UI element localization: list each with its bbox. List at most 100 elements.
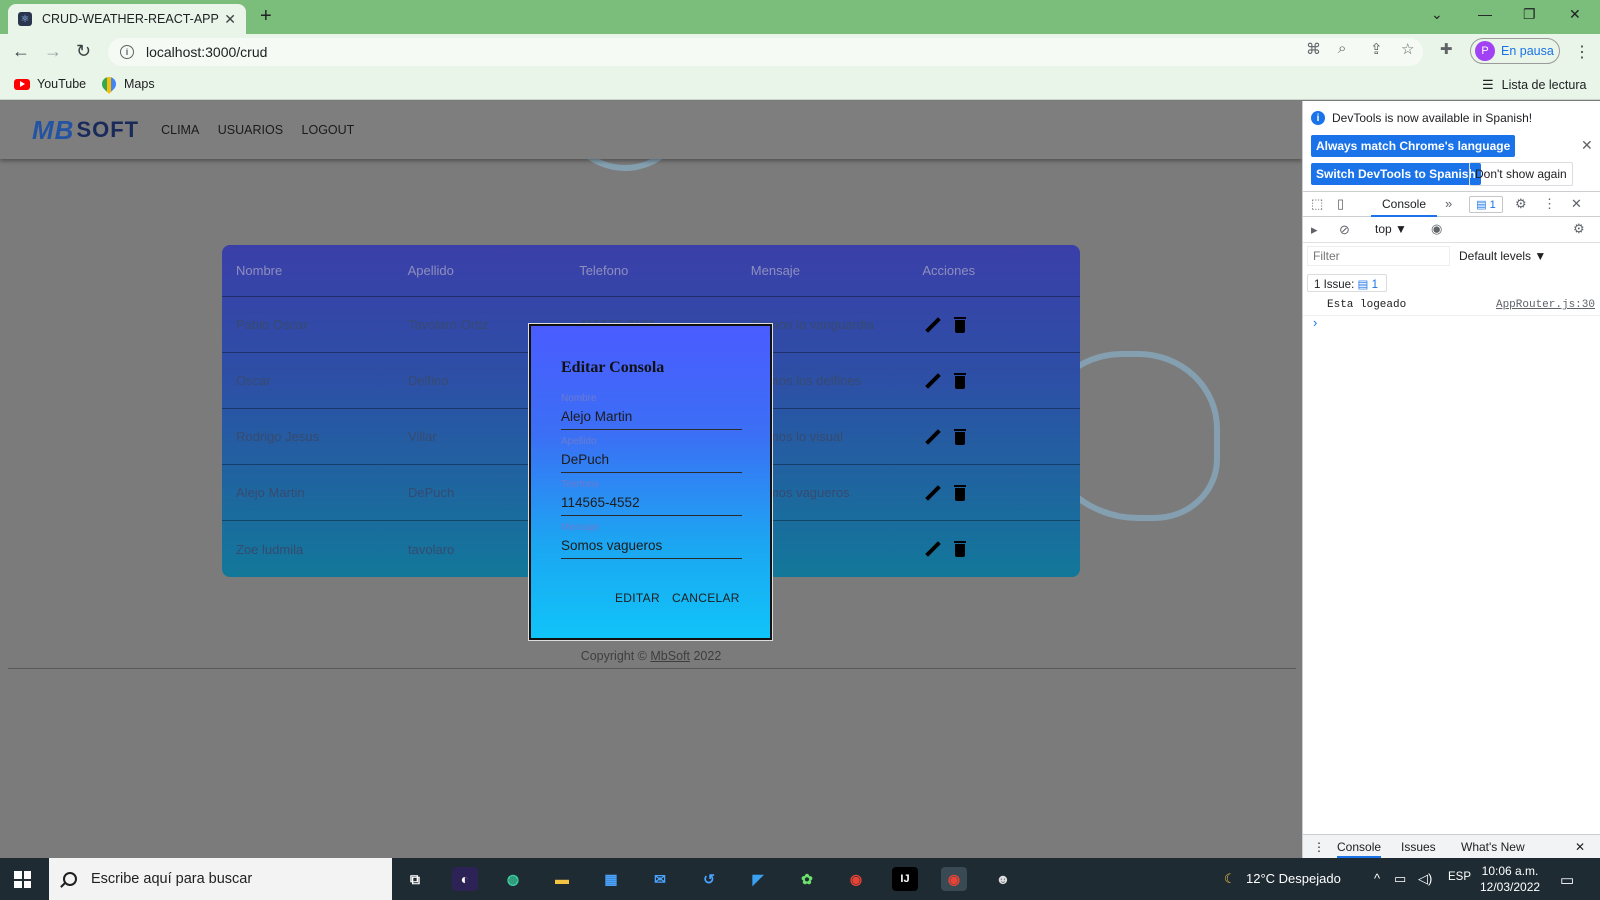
more-options-icon[interactable]: ⋮ bbox=[1543, 196, 1556, 212]
delete-trash-icon[interactable] bbox=[954, 428, 966, 445]
close-notice-icon[interactable]: ✕ bbox=[1581, 137, 1593, 154]
field-value[interactable]: DePuch bbox=[561, 452, 742, 472]
match-language-button[interactable]: Always match Chrome's language bbox=[1311, 135, 1516, 157]
language-indicator[interactable]: ESP bbox=[1448, 871, 1471, 883]
store-icon[interactable]: ▦ bbox=[598, 867, 624, 891]
file-explorer-icon[interactable]: ▬ bbox=[549, 867, 575, 891]
live-expression-eye-icon[interactable]: ◉ bbox=[1431, 221, 1442, 237]
dialog-title: Editar Consola bbox=[561, 359, 665, 376]
issues-count: 1 bbox=[1371, 279, 1378, 291]
settings-gear-icon[interactable]: ⚙ bbox=[1515, 196, 1527, 212]
chrome-profile-icon[interactable]: ◉ bbox=[941, 867, 967, 891]
weather-text[interactable]: 12°C Despejado bbox=[1246, 871, 1341, 886]
tab-bar: ⚛ CRUD-WEATHER-REACT-APP ✕ + ⌄ — ❐ ✕ bbox=[0, 0, 1600, 34]
clock-time: 10:06 a.m. bbox=[1481, 864, 1539, 878]
edit-button[interactable]: EDITAR bbox=[615, 591, 660, 605]
profile-button[interactable]: P En pausa bbox=[1470, 38, 1560, 64]
footer-link[interactable]: MbSoft bbox=[650, 649, 690, 663]
field-value[interactable]: Alejo Martin bbox=[561, 409, 742, 429]
dont-show-again-button[interactable]: Don't show again bbox=[1469, 162, 1573, 186]
intellij-icon[interactable]: IJ bbox=[892, 867, 918, 891]
field-value[interactable]: 114565-4552 bbox=[561, 495, 742, 515]
reload-icon[interactable]: ↻ bbox=[76, 41, 91, 62]
messages-badge[interactable]: ▤ 1 bbox=[1469, 196, 1503, 213]
nav-clima[interactable]: CLIMA bbox=[161, 123, 199, 137]
drawer-tab-issues[interactable]: Issues bbox=[1401, 840, 1436, 854]
sidebar-toggle-icon[interactable]: ▸ bbox=[1311, 222, 1318, 238]
nombre-field[interactable]: Nombre Alejo Martin bbox=[561, 393, 742, 430]
notifications-icon[interactable]: ▭ bbox=[1560, 871, 1574, 889]
close-tab-icon[interactable]: ✕ bbox=[224, 11, 236, 28]
bookmark-star-icon[interactable]: ☆ bbox=[1401, 40, 1414, 58]
gimp-icon[interactable]: ☻ bbox=[990, 867, 1016, 891]
mail-icon[interactable]: ✉ bbox=[647, 867, 673, 891]
site-info-icon[interactable]: i bbox=[120, 45, 134, 59]
delete-trash-icon[interactable] bbox=[954, 372, 966, 389]
console-prompt-chevron-icon[interactable]: › bbox=[1313, 315, 1317, 330]
edit-pencil-icon[interactable] bbox=[924, 485, 940, 501]
drawer-menu-icon[interactable]: ⋮ bbox=[1313, 840, 1325, 854]
close-devtools-icon[interactable]: ✕ bbox=[1571, 196, 1582, 212]
eclipse-icon[interactable]: ◐ bbox=[452, 867, 478, 891]
bookmark-maps[interactable]: Maps bbox=[99, 74, 155, 94]
clear-console-icon[interactable]: ⊘ bbox=[1339, 222, 1350, 238]
issues-counter[interactable]: 1 Issue: ▤ 1 bbox=[1307, 274, 1387, 292]
windows-start-icon[interactable] bbox=[14, 871, 31, 888]
log-source-link[interactable]: AppRouter.js:30 bbox=[1496, 299, 1595, 311]
back-icon[interactable]: ← bbox=[12, 41, 30, 62]
address-bar[interactable]: i localhost:3000/crud bbox=[108, 38, 1423, 66]
vscode-icon[interactable]: ◤ bbox=[745, 867, 771, 891]
close-window-icon[interactable]: ✕ bbox=[1569, 6, 1581, 23]
forward-icon[interactable]: → bbox=[44, 41, 62, 62]
more-tabs-icon[interactable]: » bbox=[1445, 196, 1452, 211]
app-icon[interactable]: ✿ bbox=[794, 867, 820, 891]
nav-logout[interactable]: LOGOUT bbox=[302, 123, 355, 137]
edit-pencil-icon[interactable] bbox=[924, 373, 940, 389]
close-drawer-icon[interactable]: ✕ bbox=[1575, 840, 1585, 854]
field-value[interactable]: Somos vagueros bbox=[561, 538, 742, 558]
cancel-button[interactable]: CANCELAR bbox=[672, 591, 740, 605]
reading-list-button[interactable]: ☰ Lista de lectura bbox=[1482, 77, 1586, 93]
share-icon[interactable]: ⇪ bbox=[1370, 40, 1383, 58]
inspect-element-icon[interactable]: ⬚ bbox=[1311, 196, 1323, 212]
tray-chevron-icon[interactable]: ^ bbox=[1374, 871, 1380, 886]
taskbar-clock[interactable]: 10:06 a.m. 12/03/2022 bbox=[1480, 863, 1540, 895]
browser-tab[interactable]: ⚛ CRUD-WEATHER-REACT-APP ✕ bbox=[8, 4, 246, 34]
task-view-icon[interactable]: ⧉ bbox=[402, 867, 428, 891]
tab-console[interactable]: Console bbox=[1371, 192, 1437, 217]
mensaje-field[interactable]: Mensaje Somos vagueros bbox=[561, 522, 742, 559]
edit-pencil-icon[interactable] bbox=[924, 317, 940, 333]
refresh-app-icon[interactable]: ↺ bbox=[696, 867, 722, 891]
translate-icon[interactable]: ⌘ bbox=[1306, 40, 1321, 58]
minimize-icon[interactable]: — bbox=[1478, 6, 1492, 22]
drawer-tab-whats-new[interactable]: What's New bbox=[1461, 840, 1525, 854]
mbsoft-logo[interactable]: MB SOFT bbox=[32, 115, 139, 146]
drawer-tab-console[interactable]: Console bbox=[1337, 840, 1382, 858]
extensions-icon[interactable]: ✚ bbox=[1440, 40, 1453, 58]
delete-trash-icon[interactable] bbox=[954, 484, 966, 501]
network-icon[interactable]: ▭ bbox=[1394, 871, 1406, 887]
nav-usuarios[interactable]: USUARIOS bbox=[218, 123, 283, 137]
delete-trash-icon[interactable] bbox=[954, 316, 966, 333]
browser-menu-icon[interactable]: ⋮ bbox=[1574, 42, 1590, 62]
taskbar-search[interactable]: Escribe aquí para buscar bbox=[49, 858, 392, 900]
zoom-icon[interactable]: ⌕ bbox=[1338, 40, 1346, 57]
telefono-field[interactable]: Telefono 114565-4552 bbox=[561, 479, 742, 516]
tab-search-icon[interactable]: ⌄ bbox=[1431, 6, 1443, 23]
edit-pencil-icon[interactable] bbox=[924, 429, 940, 445]
delete-trash-icon[interactable] bbox=[954, 541, 966, 557]
device-toolbar-icon[interactable]: ▯ bbox=[1337, 196, 1344, 212]
console-settings-icon[interactable]: ⚙ bbox=[1573, 221, 1585, 237]
switch-spanish-button[interactable]: Switch DevTools to Spanish bbox=[1311, 163, 1481, 185]
edge-icon[interactable]: ◍ bbox=[500, 867, 526, 891]
edit-pencil-icon[interactable] bbox=[924, 541, 940, 557]
apellido-field[interactable]: Apellido DePuch bbox=[561, 436, 742, 473]
volume-icon[interactable]: ◁) bbox=[1418, 871, 1432, 887]
bookmark-youtube[interactable]: YouTube bbox=[14, 77, 86, 91]
filter-input[interactable] bbox=[1307, 246, 1450, 266]
new-tab-icon[interactable]: + bbox=[260, 5, 272, 28]
restore-icon[interactable]: ❐ bbox=[1523, 6, 1536, 23]
chrome-icon[interactable]: ◉ bbox=[843, 867, 869, 891]
log-levels-dropdown[interactable]: Default levels ▼ bbox=[1459, 249, 1546, 263]
context-selector[interactable]: top ▼ bbox=[1375, 222, 1407, 236]
